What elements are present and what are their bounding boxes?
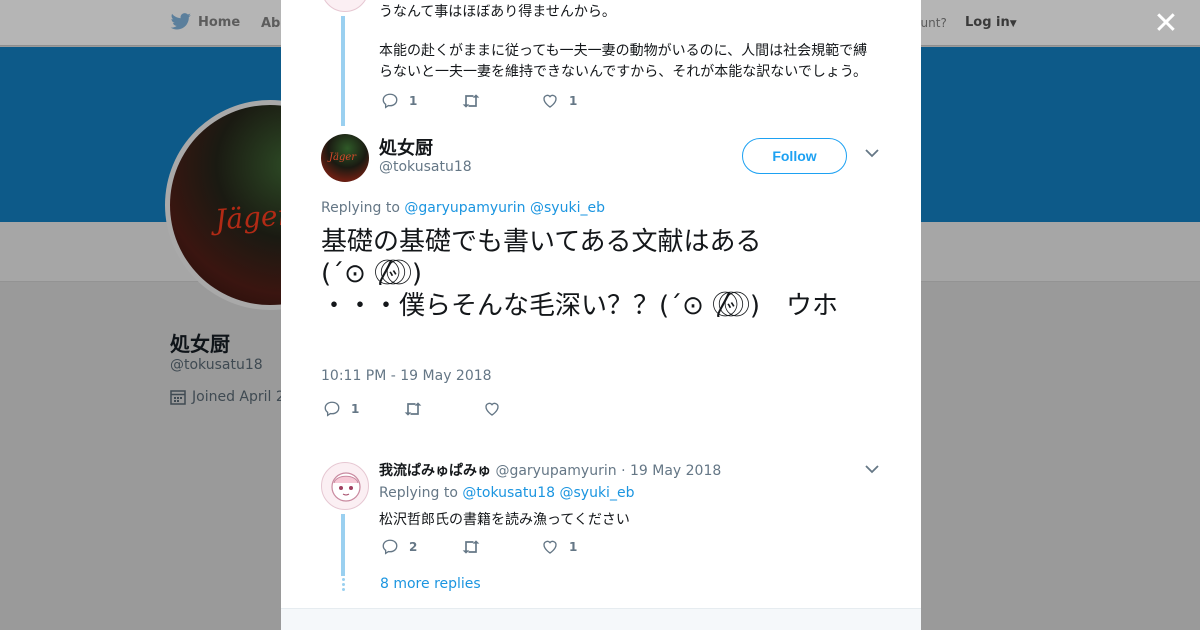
calendar-icon — [170, 389, 186, 405]
reply-tweet-actions: 2 1 — [381, 538, 621, 556]
reply-action[interactable]: 1 — [381, 92, 461, 110]
reply-count: 2 — [409, 540, 418, 554]
main-tweet-timestamp[interactable]: 10:11 PM - 19 May 2018 — [321, 368, 492, 384]
retweet-action[interactable] — [403, 400, 483, 418]
reply-tweet-replying-to: Replying to @tokusatu18 @syuki_eb — [379, 485, 634, 501]
login-label: Log in — [965, 15, 1010, 30]
reply-tweet-chevron-down-icon[interactable] — [865, 464, 879, 474]
main-tweet-chevron-down-icon[interactable] — [865, 148, 879, 158]
reply-tweet-header: 我流ぱみゅぱみゅ @garyupamyurin · 19 May 2018 — [379, 460, 721, 480]
heart-icon — [541, 92, 559, 110]
thread-line-bottom — [341, 514, 345, 576]
reply-action[interactable]: 1 — [323, 400, 403, 418]
reply-icon — [381, 538, 399, 556]
mention-link[interactable]: @tokusatu18 — [462, 485, 555, 501]
main-tweet-author-name[interactable]: 処女厨 — [379, 134, 433, 160]
reply-tweet-text: 松沢哲郎氏の書籍を読み漁ってください — [379, 512, 630, 528]
reply-count: 1 — [351, 402, 360, 416]
more-replies-dots — [342, 578, 345, 593]
close-modal-button[interactable]: ✕ — [1152, 9, 1180, 39]
reply-icon — [323, 400, 341, 418]
heart-icon — [483, 400, 501, 418]
previous-tweet-actions: 1 1 — [381, 92, 621, 110]
heart-icon — [541, 538, 559, 556]
main-tweet-text: 基礎の基礎でも書いてある文献はある (´⊙ 〴⃝ ⃝ ⃝) ・・・僕らそんな毛深… — [321, 227, 838, 321]
like-action[interactable] — [483, 400, 563, 418]
retweet-icon — [403, 400, 423, 418]
retweet-action[interactable] — [461, 92, 541, 110]
previous-tweet-text-line1: うなんて事はほぼあり得ませんから。 — [379, 4, 616, 20]
like-action[interactable]: 1 — [541, 538, 621, 556]
like-count: 1 — [569, 94, 578, 108]
previous-tweet-text-para2: 本能の赴くがままに従っても一夫一妻の動物がいるのに、人間は社会規範で縛らないと一… — [379, 43, 868, 80]
profile-handle[interactable]: @tokusatu18 — [170, 357, 263, 373]
profile-name: 処女厨 — [170, 332, 230, 356]
modal-footer — [281, 608, 921, 630]
like-count: 1 — [569, 540, 578, 554]
twitter-bird-icon — [170, 13, 192, 31]
caret-down-icon: ▼ — [1009, 19, 1017, 29]
replying-prefix: Replying to — [321, 200, 400, 216]
profile-joined: Joined April 20 — [170, 389, 294, 405]
anime-avatar-illustration — [331, 472, 361, 502]
reply-tweet-avatar[interactable] — [321, 462, 369, 510]
follow-button[interactable]: Follow — [742, 138, 847, 174]
main-tweet-avatar[interactable]: Jäger — [321, 134, 369, 182]
joined-label: Joined April 20 — [192, 389, 294, 405]
mention-link[interactable]: @garyupamyurin — [404, 200, 525, 216]
login-link[interactable]: Log in▼ — [965, 15, 1017, 30]
main-tweet-replying-to: Replying to @garyupamyurin @syuki_eb — [321, 200, 605, 216]
main-tweet-author-handle[interactable]: @tokusatu18 — [379, 159, 472, 175]
reply-count: 1 — [409, 94, 418, 108]
like-action[interactable]: 1 — [541, 92, 621, 110]
reply-tweet-author-handle[interactable]: @garyupamyurin — [495, 463, 616, 479]
more-replies-link[interactable]: 8 more replies — [380, 576, 481, 592]
replying-prefix: Replying to — [379, 485, 458, 501]
tweet-modal: うなんて事はほぼあり得ませんから。 本能の赴くがままに従っても一夫一妻の動物がい… — [281, 0, 921, 630]
reply-icon — [381, 92, 399, 110]
nav-home-label: Home — [198, 14, 241, 30]
main-tweet-actions: 1 — [323, 400, 563, 418]
thread-line-top — [341, 16, 345, 126]
previous-tweet-avatar[interactable] — [321, 0, 369, 12]
retweet-icon — [461, 92, 481, 110]
mention-link[interactable]: @syuki_eb — [530, 200, 605, 216]
reply-action[interactable]: 2 — [381, 538, 461, 556]
retweet-icon — [461, 538, 481, 556]
reply-tweet-date[interactable]: · 19 May 2018 — [621, 463, 721, 479]
mention-link[interactable]: @syuki_eb — [560, 485, 635, 501]
reply-tweet-author-name[interactable]: 我流ぱみゅぱみゅ — [379, 463, 491, 479]
main-avatar-label: Jäger — [329, 152, 357, 163]
nav-home-link[interactable]: Home — [170, 13, 240, 31]
retweet-action[interactable] — [461, 538, 541, 556]
